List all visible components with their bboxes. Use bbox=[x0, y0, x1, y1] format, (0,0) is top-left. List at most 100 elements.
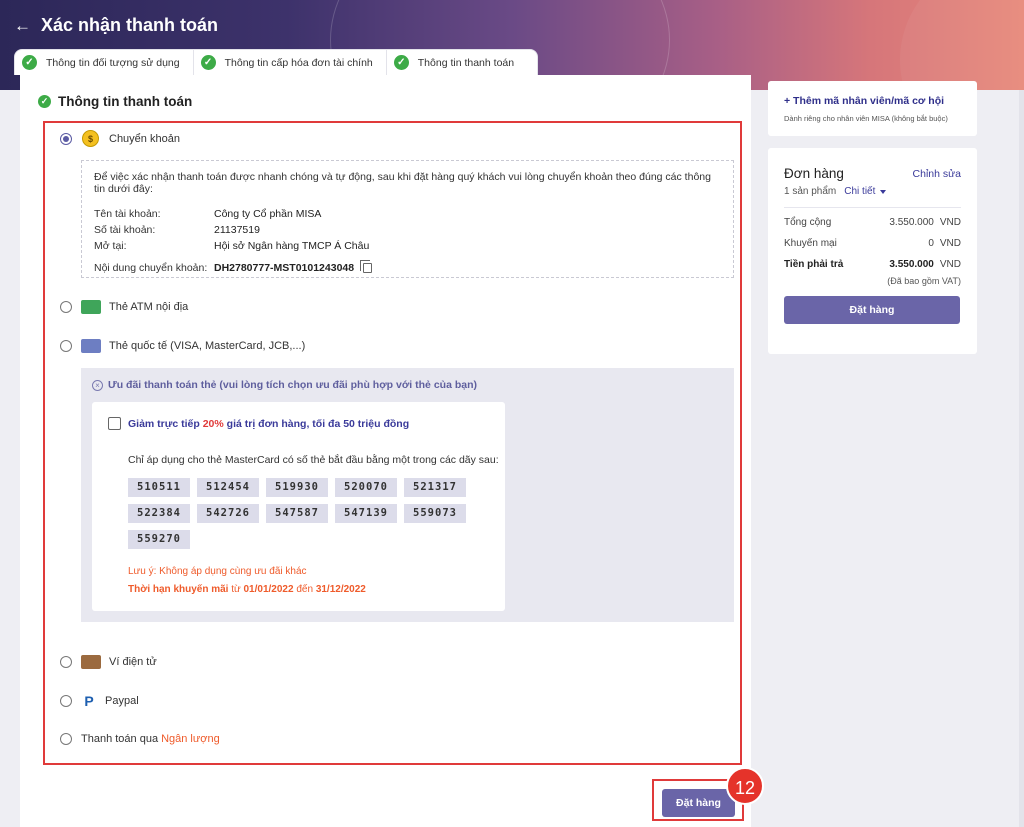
card-prefix-code: 542726 bbox=[197, 504, 259, 523]
promo-header-text: Ưu đãi thanh toán thẻ (vui lòng tích chọ… bbox=[108, 379, 477, 391]
payable-row: Tiền phải trả 3.550.000 VND bbox=[784, 259, 961, 270]
option-ewallet[interactable]: Ví điện tử bbox=[60, 655, 157, 669]
account-name-label: Tên tài khoản: bbox=[94, 208, 161, 220]
promo-card: Giảm trực tiếp 20% giá trị đơn hàng, tối… bbox=[92, 402, 505, 611]
promo-title-post: giá trị đơn hàng, tối đa 50 triệu đồng bbox=[223, 418, 410, 430]
transfer-content-row: Nội dung chuyển khoản: DH2780777-MST0101… bbox=[94, 260, 721, 274]
employee-code-panel: + Thêm mã nhân viên/mã cơ hội Dành riêng… bbox=[768, 81, 977, 136]
edit-order-link[interactable]: Chỉnh sửa bbox=[913, 168, 961, 180]
page-title: Xác nhận thanh toán bbox=[41, 15, 219, 35]
option-label: Thẻ quốc tế (VISA, MasterCard, JCB,...) bbox=[109, 340, 306, 352]
back-arrow-icon[interactable]: ← bbox=[14, 17, 31, 34]
promo-header[interactable]: × Ưu đãi thanh toán thẻ (vui lòng tích c… bbox=[92, 379, 477, 391]
option-atm[interactable]: Thẻ ATM nội địa bbox=[60, 300, 188, 314]
promo-period-to-word: đến bbox=[293, 584, 316, 595]
promo-period-from-word: từ bbox=[228, 584, 244, 595]
promo-note: Lưu ý: Không áp dụng cùng ưu đãi khác bbox=[128, 566, 307, 577]
scrollbar[interactable] bbox=[1019, 90, 1024, 827]
sidebar-place-order-button[interactable]: Đặt hàng bbox=[784, 296, 960, 324]
promo-period-label: Thời hạn khuyến mãi bbox=[128, 584, 229, 595]
bank-value: Hội sở Ngân hàng TMCP Á Châu bbox=[214, 240, 370, 252]
step-tab-user-info[interactable]: ✓ Thông tin đối tượng sử dụng bbox=[15, 50, 194, 75]
chevron-down-icon[interactable] bbox=[880, 189, 887, 194]
option-label: Thẻ ATM nội địa bbox=[109, 301, 189, 313]
discount-label: Khuyến mại bbox=[784, 238, 837, 249]
vat-note: (Đã bao gồm VAT) bbox=[887, 276, 961, 286]
total-value: 3.550.000 bbox=[889, 217, 934, 228]
detail-toggle[interactable]: Chi tiết bbox=[844, 186, 875, 197]
check-circle-icon: ✓ bbox=[22, 55, 37, 70]
currency: VND bbox=[939, 259, 961, 270]
card-prefix-code: 547587 bbox=[266, 504, 328, 523]
promo-checkbox[interactable] bbox=[108, 417, 121, 430]
promo-period-to: 31/12/2022 bbox=[315, 584, 366, 595]
card-prefix-list: 510511 512454 519930 520070 521317 522384 5427… bbox=[128, 478, 473, 556]
bank-transfer-details: Để việc xác nhận thanh toán được nhanh c… bbox=[81, 160, 734, 278]
copy-icon[interactable] bbox=[360, 260, 373, 273]
option-bank-transfer[interactable]: $ Chuyển khoản bbox=[60, 130, 180, 147]
step-label: Thông tin đối tượng sử dụng bbox=[46, 56, 180, 69]
account-number-value: 21137519 bbox=[214, 224, 260, 236]
step-label: Thông tin thanh toán bbox=[417, 56, 515, 69]
radio-nganluong[interactable] bbox=[60, 733, 72, 745]
check-circle-icon: ✓ bbox=[200, 55, 216, 70]
option-label: Chuyển khoản bbox=[109, 132, 180, 145]
step-tabs: ✓ Thông tin đối tượng sử dụng ✓ Thông ti… bbox=[14, 49, 539, 75]
decorative-circle bbox=[900, 0, 1024, 90]
discount-row: Khuyến mại 0 VND bbox=[784, 238, 961, 249]
option-nganluong[interactable]: Thanh toán qua Ngân lượng bbox=[60, 733, 220, 745]
account-name-row: Tên tài khoản: Công ty Cổ phần MISA bbox=[94, 208, 721, 220]
currency: VND bbox=[939, 217, 961, 228]
card-prefix-code: 521317 bbox=[404, 478, 466, 497]
radio-paypal[interactable] bbox=[60, 695, 72, 707]
card-prefix-code: 520070 bbox=[335, 478, 397, 497]
add-employee-code-link[interactable]: + Thêm mã nhân viên/mã cơ hội bbox=[784, 95, 961, 107]
section-title-text: Thông tin thanh toán bbox=[58, 94, 193, 109]
check-circle-icon: ✓ bbox=[38, 95, 51, 108]
option-paypal[interactable]: P Paypal bbox=[60, 693, 139, 709]
option-label: Ví điện tử bbox=[109, 656, 157, 668]
promo-period-from: 01/01/2022 bbox=[243, 584, 294, 595]
order-title: Đơn hàng bbox=[784, 166, 844, 181]
card-prefix-code: 519930 bbox=[266, 478, 328, 497]
account-number-label: Số tài khoản: bbox=[94, 224, 156, 236]
bank-label: Mở tại: bbox=[94, 240, 127, 252]
title-row: ← Xác nhận thanh toán bbox=[14, 15, 218, 36]
atm-card-icon bbox=[81, 300, 101, 314]
total-amount: 3.550.000 VND bbox=[889, 217, 961, 228]
product-count: 1 sản phẩm bbox=[784, 186, 837, 197]
employee-code-hint: Dành riêng cho nhân viên MISA (không bắt… bbox=[784, 114, 948, 123]
currency: VND bbox=[939, 238, 961, 249]
option-intl-card[interactable]: Thẻ quốc tế (VISA, MasterCard, JCB,...) bbox=[60, 339, 305, 353]
transfer-content-label: Nội dung chuyển khoản: bbox=[94, 262, 208, 274]
radio-atm[interactable] bbox=[60, 301, 72, 313]
promo-title-pre: Giảm trực tiếp bbox=[128, 418, 203, 430]
credit-card-icon bbox=[81, 339, 101, 353]
step-number-badge: 12 bbox=[726, 767, 764, 805]
payable-label: Tiền phải trả bbox=[784, 259, 844, 270]
nganluong-link[interactable]: Ngân lượng bbox=[161, 733, 220, 745]
promo-description: Chỉ áp dụng cho thẻ MasterCard có số thẻ… bbox=[128, 454, 499, 466]
radio-ewallet[interactable] bbox=[60, 656, 72, 668]
option-label: Thanh toán qua bbox=[81, 733, 159, 745]
bank-row: Mở tại: Hội sở Ngân hàng TMCP Á Châu bbox=[94, 240, 721, 252]
step-tab-invoice-info[interactable]: ✓ Thông tin cấp hóa đơn tài chính bbox=[194, 50, 387, 75]
step-tab-payment-info[interactable]: ✓ Thông tin thanh toán bbox=[387, 50, 527, 75]
account-name-value: Công ty Cổ phần MISA bbox=[214, 208, 322, 220]
card-prefix-code: 559270 bbox=[128, 530, 190, 549]
card-prefix-code: 547139 bbox=[335, 504, 397, 523]
check-circle-icon: ✓ bbox=[393, 55, 409, 70]
discount-value: 0 bbox=[928, 238, 934, 249]
radio-intl-card[interactable] bbox=[60, 340, 72, 352]
transfer-content-value: DH2780777-MST0101243048 bbox=[214, 262, 355, 274]
bank-intro: Để việc xác nhận thanh toán được nhanh c… bbox=[94, 171, 711, 195]
order-summary-panel: Đơn hàng Chỉnh sửa 1 sản phẩm Chi tiết T… bbox=[768, 148, 977, 354]
divider bbox=[784, 207, 961, 208]
radio-bank-transfer[interactable] bbox=[60, 132, 72, 145]
account-number-row: Số tài khoản: 21137519 bbox=[94, 224, 721, 236]
section-title: ✓ Thông tin thanh toán bbox=[38, 94, 192, 109]
paypal-icon: P bbox=[84, 693, 94, 709]
promo-percent: 20% bbox=[202, 418, 224, 430]
discount-amount: 0 VND bbox=[928, 238, 961, 249]
close-circle-icon[interactable]: × bbox=[92, 379, 103, 391]
